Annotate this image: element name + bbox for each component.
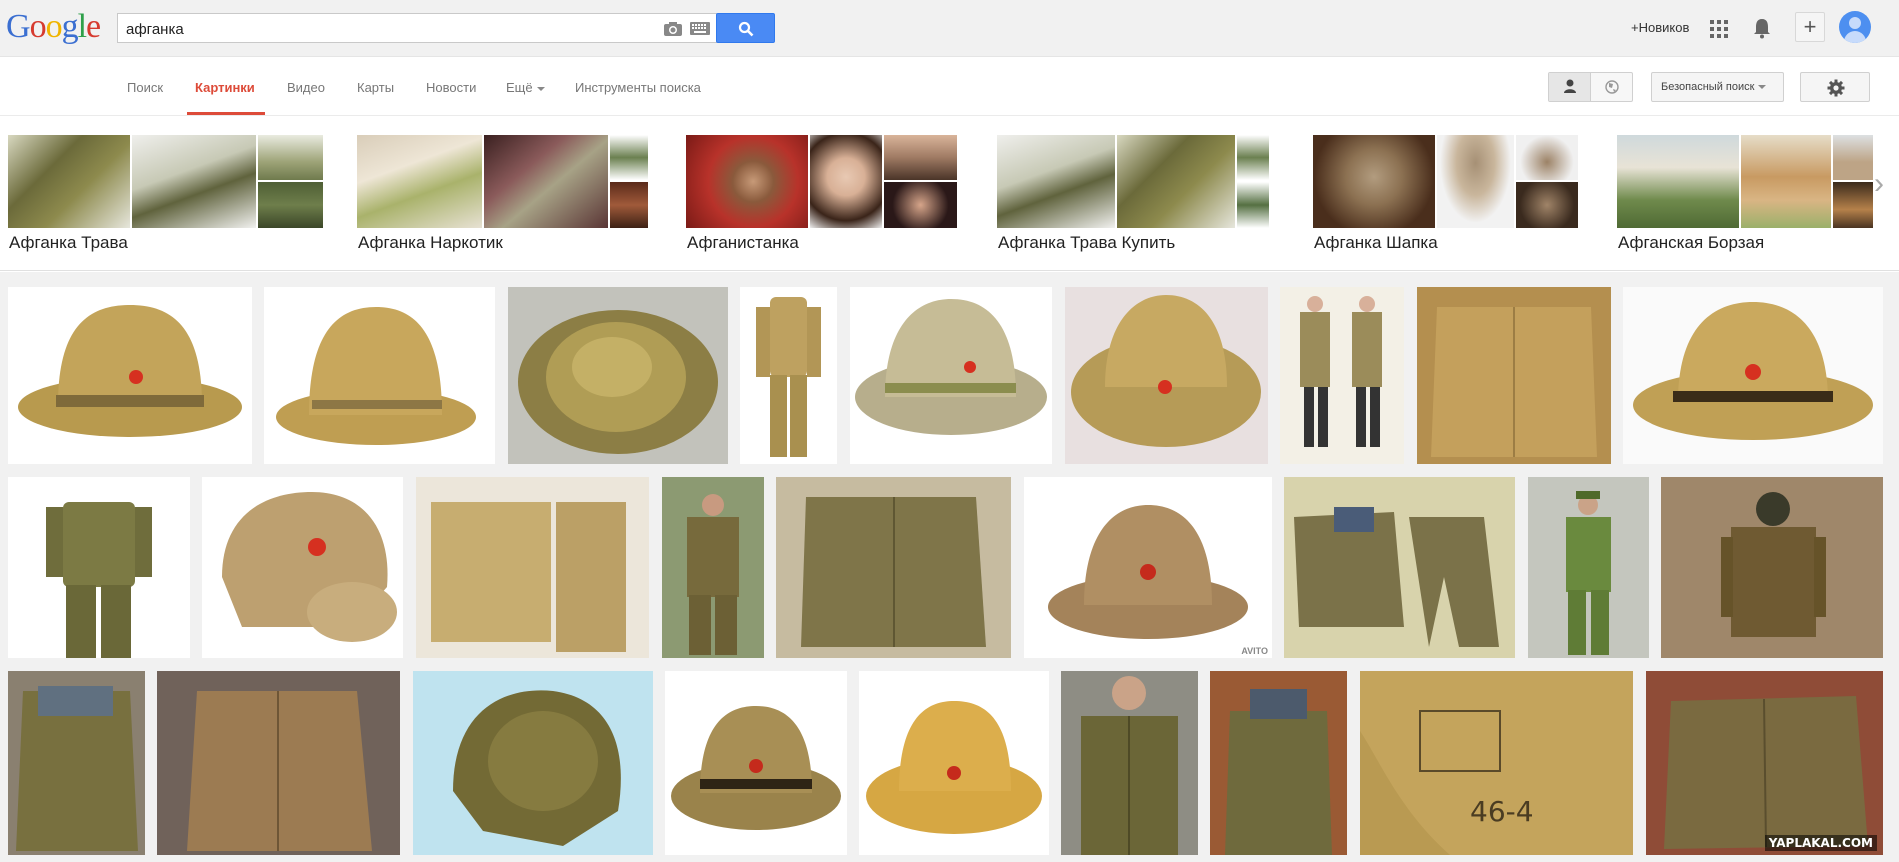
related-search-label: Афганка Трава Купить (998, 233, 1176, 252)
thumbnail-image (1117, 135, 1235, 228)
thumbnail-image (610, 135, 648, 180)
related-search-label: Афганистанка (687, 233, 799, 252)
result-image[interactable] (202, 477, 403, 658)
result-image[interactable] (1065, 287, 1268, 464)
thumbnail-image (1516, 135, 1578, 180)
result-image[interactable] (508, 287, 728, 464)
thumbnail-image (997, 135, 1115, 228)
thumbnail-image (1237, 135, 1269, 180)
result-image[interactable] (8, 477, 190, 658)
thumbnail-image (258, 182, 323, 228)
google-logo[interactable]: Google (6, 10, 101, 44)
result-image[interactable] (1528, 477, 1649, 658)
person-icon (1564, 79, 1576, 93)
global-results-button[interactable] (1592, 73, 1632, 101)
share-plus-button[interactable]: + (1795, 12, 1825, 42)
result-image[interactable]: 46-4 (1360, 671, 1633, 855)
thumbnail-image (810, 135, 882, 228)
apps-grid-icon[interactable] (1710, 20, 1728, 38)
result-image[interactable] (1061, 671, 1198, 855)
result-image[interactable] (1280, 287, 1404, 464)
result-image[interactable] (1661, 477, 1883, 658)
search-query[interactable]: афганка (126, 21, 184, 38)
result-image[interactable] (1623, 287, 1883, 464)
yaplakal-watermark: YAPLAKAL.COM (1764, 835, 1877, 851)
thumbnail-image (484, 135, 608, 228)
result-image[interactable] (1284, 477, 1515, 658)
result-image[interactable]: AVITO (1024, 477, 1272, 658)
gear-icon (1827, 79, 1845, 97)
tab-maps[interactable]: Карты (357, 80, 394, 95)
result-image[interactable] (157, 671, 400, 855)
thumbnail-image (1741, 135, 1831, 228)
results-scope-toggle (1548, 72, 1633, 102)
result-image[interactable] (264, 287, 495, 464)
thumbnail-image (1833, 182, 1873, 228)
related-search-label: Афганка Трава (9, 233, 128, 252)
tab-search[interactable]: Поиск (127, 80, 163, 95)
result-image[interactable] (662, 477, 764, 658)
thumbnail-image (884, 135, 957, 180)
thumbnail-image (1313, 135, 1435, 228)
result-image[interactable] (416, 477, 649, 658)
result-image[interactable] (859, 671, 1049, 855)
thumbnail-image (8, 135, 130, 228)
result-image[interactable]: YAPLAKAL.COM (1646, 671, 1883, 855)
related-search-label: Афганская Борзая (1618, 233, 1765, 252)
related-search-label: Афганка Наркотик (358, 233, 503, 252)
thumbnail-image (884, 182, 957, 228)
tab-video[interactable]: Видео (287, 80, 325, 95)
thumbnail-image (258, 135, 323, 180)
result-image[interactable] (1210, 671, 1347, 855)
chevron-down-icon (536, 86, 545, 91)
result-image[interactable] (850, 287, 1052, 464)
thumbnail-image (1516, 182, 1578, 228)
thumbnail-image (610, 182, 648, 228)
thumbnail-image (1617, 135, 1739, 228)
tab-news[interactable]: Новости (426, 80, 476, 95)
camera-icon[interactable] (663, 21, 683, 37)
search-tabs-bar: Поиск Картинки Видео Карты Новости Ещё И… (0, 57, 1899, 116)
avatar[interactable] (1839, 11, 1871, 43)
svg-text:46-4: 46-4 (1470, 795, 1534, 828)
tab-more[interactable]: Ещё (506, 80, 545, 95)
thumbnail-image (1237, 182, 1269, 228)
tab-search-tools[interactable]: Инструменты поиска (575, 80, 701, 95)
search-button[interactable] (716, 13, 775, 43)
search-icon (738, 21, 754, 37)
result-image[interactable] (8, 287, 252, 464)
result-image[interactable] (740, 287, 837, 464)
notifications-bell-icon[interactable] (1752, 17, 1772, 39)
chevron-down-icon (1758, 85, 1767, 90)
user-name-link[interactable]: +Новиков (1631, 20, 1689, 35)
thumbnail-image (357, 135, 482, 228)
result-image[interactable] (776, 477, 1011, 658)
image-results-grid: AVITO 46-4 YAPLAKAL.COM (0, 272, 1899, 862)
globe-icon (1605, 80, 1619, 94)
chevron-right-icon[interactable]: › (1874, 167, 1884, 201)
safe-search-dropdown[interactable]: Безопасный поиск (1651, 72, 1784, 102)
result-image[interactable] (1417, 287, 1611, 464)
tab-images[interactable]: Картинки (195, 80, 255, 95)
search-input[interactable]: афганка (117, 13, 717, 43)
keyboard-icon[interactable] (690, 22, 710, 35)
related-searches: Афганка Трава Афганка Наркотик Афганиста… (0, 117, 1899, 271)
top-bar: Google афганка +Новиков + (0, 0, 1899, 57)
thumbnail-image (132, 135, 256, 228)
settings-button[interactable] (1800, 72, 1870, 102)
personal-results-button[interactable] (1549, 73, 1591, 101)
avito-watermark: AVITO (1241, 646, 1268, 656)
related-search-label: Афганка Шапка (1314, 233, 1438, 252)
thumbnail-image (1437, 135, 1514, 228)
active-tab-indicator (187, 112, 265, 115)
result-image[interactable] (413, 671, 653, 855)
thumbnail-image (1833, 135, 1873, 180)
thumbnail-image (686, 135, 808, 228)
result-image[interactable] (665, 671, 847, 855)
result-image[interactable] (8, 671, 145, 855)
